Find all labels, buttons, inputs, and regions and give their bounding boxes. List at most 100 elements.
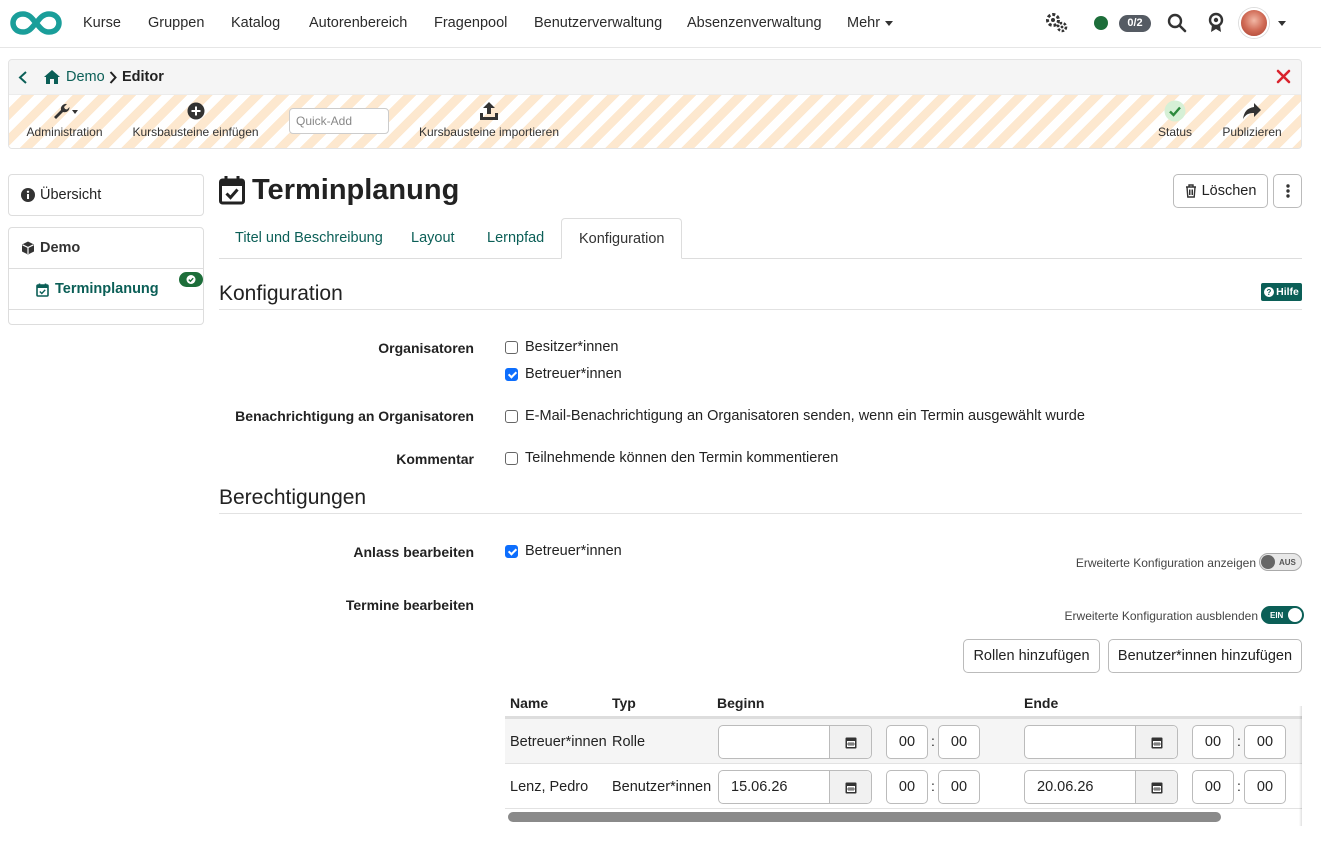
sidebar-item-terminplanung[interactable]: Terminplanung bbox=[9, 269, 203, 310]
logo-infinity-icon[interactable] bbox=[10, 9, 62, 37]
start-hour-input[interactable]: 00 bbox=[886, 770, 928, 804]
delete-label: Löschen bbox=[1201, 183, 1257, 199]
nav-benutzerverwaltung[interactable]: Benutzerverwaltung bbox=[534, 15, 662, 31]
end-date-input[interactable]: 20.06.26 bbox=[1024, 770, 1178, 804]
sidebar-overview[interactable]: Übersicht bbox=[8, 174, 204, 216]
question-circle-icon: ? bbox=[1264, 287, 1275, 297]
calendar-icon[interactable] bbox=[829, 726, 871, 758]
import-label: Kursbausteine importieren bbox=[418, 125, 560, 139]
home-icon[interactable] bbox=[43, 69, 61, 85]
toggle-state-off: AUS bbox=[1279, 558, 1296, 567]
caret-down-icon bbox=[885, 20, 894, 26]
table-scroll-shadow bbox=[1299, 706, 1302, 826]
owners-checkbox-label: Besitzer*innen bbox=[525, 339, 619, 355]
owners-checkbox[interactable] bbox=[505, 341, 518, 354]
advanced-config-toggle-off[interactable]: AUS bbox=[1259, 553, 1302, 571]
gears-icon[interactable] bbox=[1045, 12, 1069, 34]
nav-absenzenverwaltung[interactable]: Absenzenverwaltung bbox=[687, 15, 822, 31]
table-row: Betreuer*innen Rolle 00 : 00 00 : 00 bbox=[505, 719, 1302, 764]
advanced-config-toggle-on[interactable]: EIN bbox=[1261, 606, 1304, 624]
tab-lernpfad[interactable]: Lernpfad bbox=[470, 218, 561, 259]
breadcrumb-demo[interactable]: Demo bbox=[66, 69, 105, 85]
more-options-button[interactable] bbox=[1273, 174, 1302, 208]
breadcrumb-current: Editor bbox=[122, 69, 164, 85]
end-minute-input[interactable]: 00 bbox=[1244, 770, 1286, 804]
email-notification-checkbox-label: E-Mail-Benachrichtigung an Organisatoren… bbox=[525, 408, 1085, 424]
start-date-input[interactable] bbox=[718, 725, 872, 759]
session-count-badge[interactable]: 0/2 bbox=[1119, 15, 1151, 32]
calendar-icon[interactable] bbox=[829, 771, 871, 803]
column-header-type[interactable]: Typ bbox=[612, 695, 636, 711]
nav-katalog[interactable]: Katalog bbox=[231, 15, 280, 31]
calendar-icon[interactable] bbox=[1135, 726, 1177, 758]
publish-button[interactable]: Publizieren bbox=[1219, 95, 1285, 148]
toggle-knob bbox=[1261, 555, 1275, 569]
tool-row: Administration Kursbausteine einfügen Ku… bbox=[9, 94, 1301, 148]
sidebar-item-terminplanung-label: Terminplanung bbox=[55, 281, 159, 297]
badge-icon[interactable] bbox=[1207, 12, 1225, 34]
quick-add-input[interactable] bbox=[289, 108, 389, 134]
comment-checkbox[interactable] bbox=[505, 452, 518, 465]
notification-label: Benachrichtigung an Organisatoren bbox=[235, 408, 474, 424]
horizontal-scrollbar[interactable] bbox=[508, 812, 1221, 822]
plus-circle-icon bbox=[187, 102, 204, 120]
end-date-value: 20.06.26 bbox=[1037, 779, 1094, 795]
administration-label: Administration bbox=[26, 125, 103, 139]
end-hour-input[interactable]: 00 bbox=[1192, 770, 1234, 804]
add-roles-button[interactable]: Rollen hinzufügen bbox=[963, 639, 1100, 673]
calendar-check-title-icon bbox=[219, 176, 245, 205]
help-button[interactable]: ? Hilfe bbox=[1261, 283, 1302, 301]
calendar-icon[interactable] bbox=[1135, 771, 1177, 803]
time-separator: : bbox=[931, 778, 935, 794]
insert-course-element-button[interactable]: Kursbausteine einfügen bbox=[129, 95, 262, 148]
end-hour-input[interactable]: 00 bbox=[1192, 725, 1234, 759]
nav-kurse[interactable]: Kurse bbox=[83, 15, 121, 31]
back-chevron-icon[interactable] bbox=[18, 71, 28, 84]
tab-layout[interactable]: Layout bbox=[394, 218, 472, 259]
info-icon bbox=[21, 188, 35, 202]
start-minute-input[interactable]: 00 bbox=[938, 770, 980, 804]
end-minute-input[interactable]: 00 bbox=[1244, 725, 1286, 759]
breadcrumb: Demo Editor bbox=[9, 60, 1301, 94]
online-status-icon[interactable] bbox=[1094, 16, 1108, 30]
comment-label: Kommentar bbox=[396, 451, 474, 467]
start-hour-input[interactable]: 00 bbox=[886, 725, 928, 759]
close-icon[interactable] bbox=[1276, 69, 1291, 84]
toggle-state-on: EIN bbox=[1270, 611, 1284, 620]
section-title-konfiguration: Konfiguration bbox=[219, 282, 343, 305]
user-menu-chevron-down-icon[interactable] bbox=[1278, 21, 1286, 26]
email-notification-checkbox[interactable] bbox=[505, 410, 518, 423]
start-date-value: 15.06.26 bbox=[731, 779, 788, 795]
svg-text:?: ? bbox=[1267, 288, 1272, 297]
start-minute-input[interactable]: 00 bbox=[938, 725, 980, 759]
administration-button[interactable]: Administration bbox=[17, 95, 112, 148]
add-users-button[interactable]: Benutzer*innen hinzufügen bbox=[1108, 639, 1302, 673]
editor-toolbar: Demo Editor Administration Kursbausteine… bbox=[8, 59, 1302, 149]
coaches-checkbox[interactable] bbox=[505, 368, 518, 381]
nav-fragenpool[interactable]: Fragenpool bbox=[434, 15, 507, 31]
nav-mehr[interactable]: Mehr bbox=[847, 15, 894, 31]
time-separator: : bbox=[1237, 733, 1241, 749]
row-name: Lenz, Pedro bbox=[510, 779, 589, 795]
delete-button[interactable]: Löschen bbox=[1173, 174, 1268, 208]
column-header-name[interactable]: Name bbox=[510, 695, 548, 711]
column-header-end[interactable]: Ende bbox=[1024, 695, 1058, 711]
insert-label: Kursbausteine einfügen bbox=[132, 125, 259, 139]
avatar[interactable] bbox=[1239, 8, 1269, 38]
edit-event-coaches-checkbox[interactable] bbox=[505, 545, 518, 558]
tab-titel-und-beschreibung[interactable]: Titel und Beschreibung bbox=[218, 218, 400, 259]
column-header-start[interactable]: Beginn bbox=[717, 695, 764, 711]
table-row: Lenz, Pedro Benutzer*innen 15.06.26 00 :… bbox=[505, 764, 1302, 809]
end-date-input[interactable] bbox=[1024, 725, 1178, 759]
tab-konfiguration[interactable]: Konfiguration bbox=[561, 218, 683, 259]
sidebar-item-demo[interactable]: Demo bbox=[9, 228, 203, 269]
status-button[interactable]: Status bbox=[1149, 95, 1201, 148]
section-title-berechtigungen: Berechtigungen bbox=[219, 486, 367, 509]
import-course-elements-button[interactable]: Kursbausteine importieren bbox=[415, 95, 563, 148]
search-icon[interactable] bbox=[1167, 13, 1187, 33]
start-date-input[interactable]: 15.06.26 bbox=[718, 770, 872, 804]
row-name: Betreuer*innen bbox=[510, 734, 607, 750]
nav-autorenbereich[interactable]: Autorenbereich bbox=[309, 15, 407, 31]
nav-gruppen[interactable]: Gruppen bbox=[148, 15, 204, 31]
page-title: Terminplanung bbox=[252, 174, 460, 206]
